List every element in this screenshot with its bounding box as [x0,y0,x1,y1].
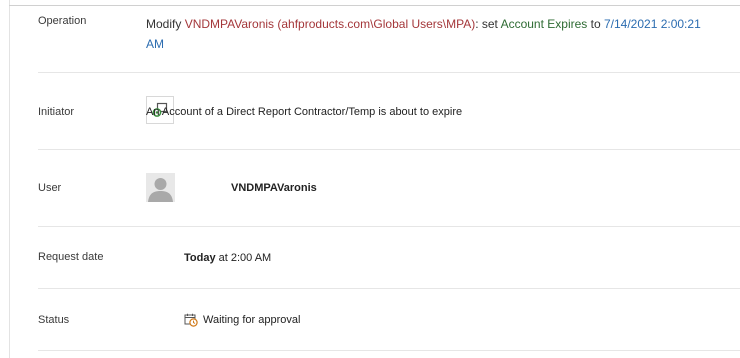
request-date-value: Today at 2:00 AM [184,252,271,264]
panel-left-border [9,0,10,358]
user-silhouette-icon [146,173,175,202]
request-date-label: Request date [38,251,104,263]
initiator-text[interactable]: An Account of a Direct Report Contractor… [146,106,462,118]
request-details-panel: Operation Modify VNDMPAVaronis (ahfprodu… [0,0,740,358]
status-text: Waiting for approval [203,314,301,326]
row-divider [38,350,740,351]
user-label: User [38,182,62,194]
initiator-label: Initiator [38,106,75,118]
user-row: User [38,150,740,226]
request-date-day: Today [184,252,216,264]
operation-to-word: to [587,17,604,31]
request-date-row: Request date [38,227,740,288]
operation-label: Operation [38,15,87,27]
status-label: Status [38,314,70,326]
user-name[interactable]: VNDMPAVaronis [231,182,317,194]
status-row: Status [38,289,740,350]
operation-separator: : set [475,17,501,31]
operation-prefix: Modify [146,17,185,31]
operation-target-link[interactable]: VNDMPAVaronis (ahfproducts.com\Global Us… [185,17,476,31]
user-avatar-icon [146,173,175,202]
operation-attribute: Account Expires [500,17,588,31]
request-date-time: at 2:00 AM [215,252,272,264]
clock-calendar-icon [184,313,198,332]
operation-value: Modify VNDMPAVaronis (ahfproducts.com\Gl… [146,14,706,54]
